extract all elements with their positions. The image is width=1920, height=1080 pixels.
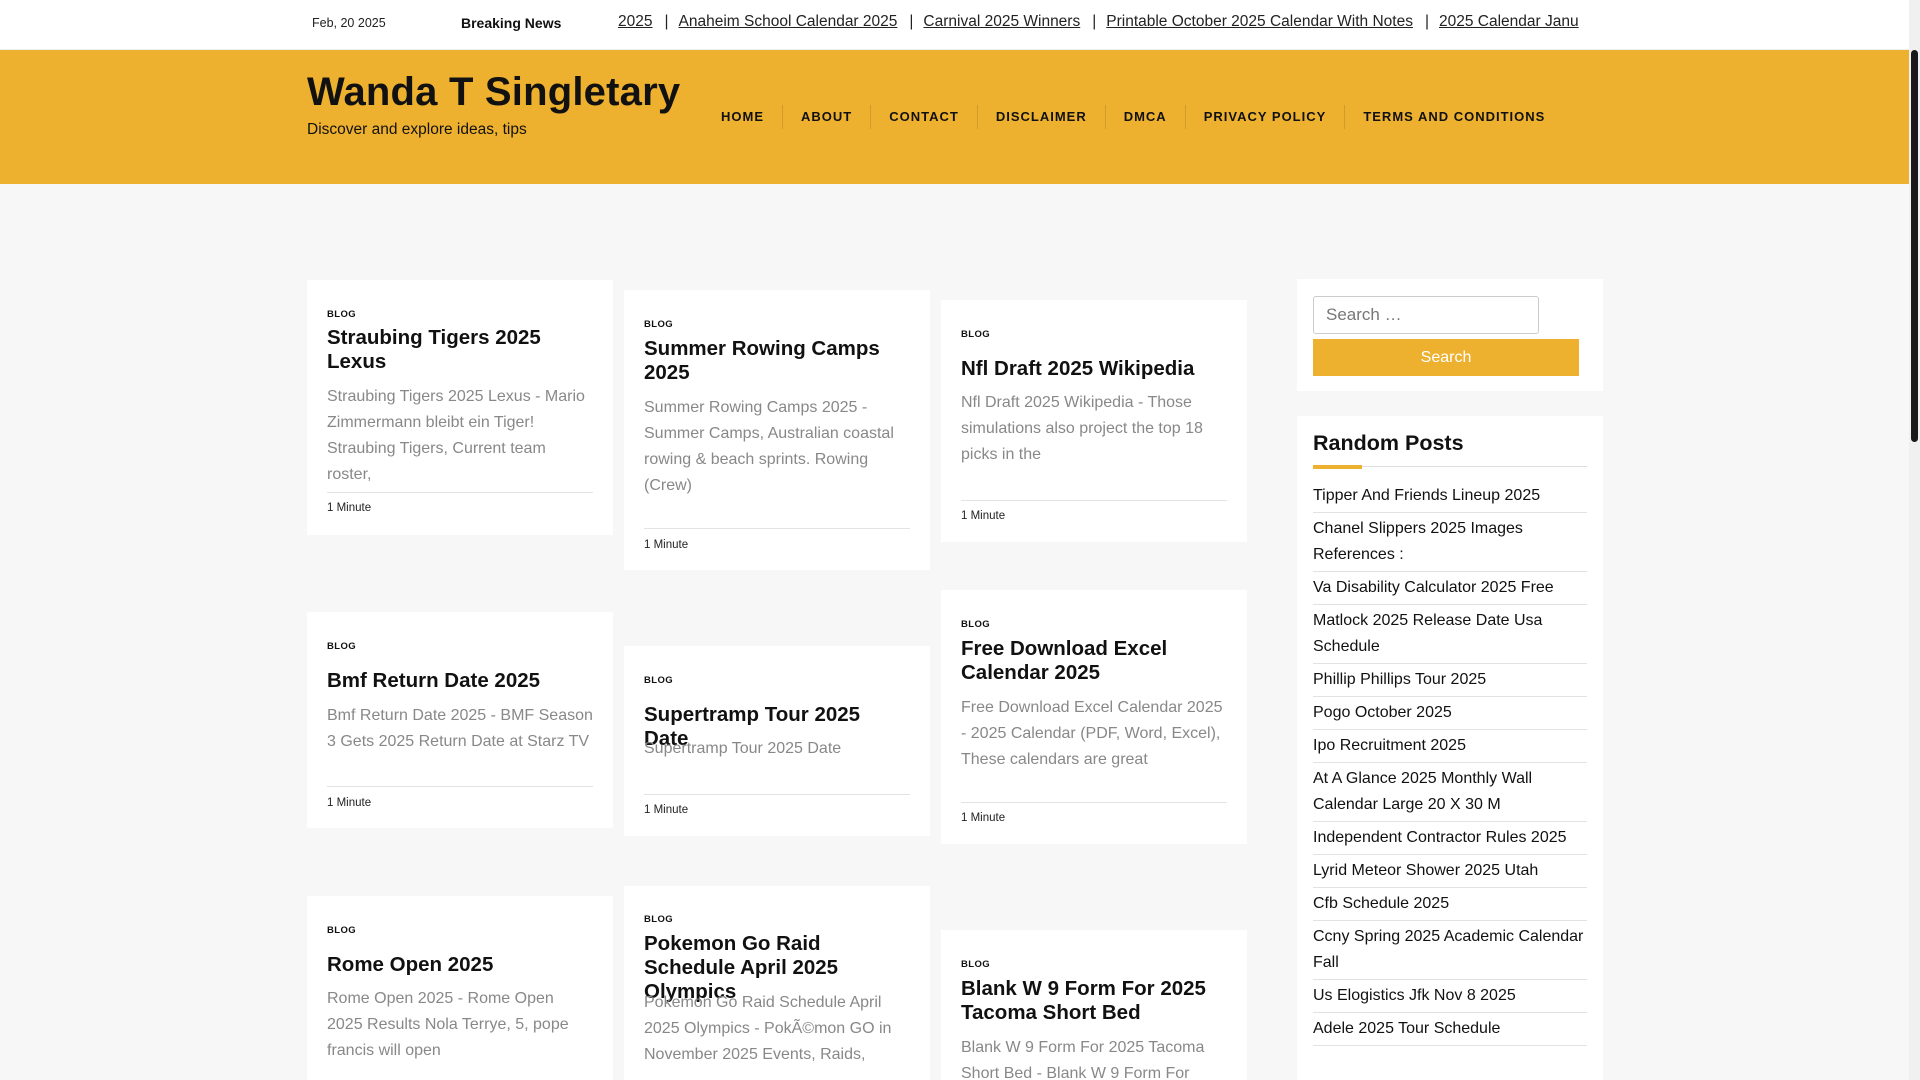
post-title[interactable]: Blank W 9 Form For 2025 Tacoma Short Bed [961,977,1227,1025]
nav-dmca[interactable]: DMCA [1106,105,1186,129]
post-excerpt: Pokemon Go Raid Schedule April 2025 Olym… [644,994,892,1063]
post-excerpt: Summer Rowing Camps 2025 - Summer Camps,… [644,399,894,494]
ticker-link[interactable]: Anaheim School Calendar 2025 [679,13,898,31]
random-posts-widget: Random Posts Tipper And Friends Lineup 2… [1297,416,1603,1080]
ticker-link[interactable]: 2025 [618,13,652,31]
random-post-link[interactable]: Adele 2025 Tour Schedule [1313,1013,1587,1046]
ticker-separator: | [909,13,914,30]
random-posts-heading: Random Posts [1313,431,1464,455]
post-card: BLOG Supertramp Tour 2025 Date Supertram… [624,646,930,836]
card-divider [644,528,910,529]
post-category[interactable]: BLOG [327,925,356,936]
ticker-link[interactable]: Printable October 2025 Calendar With Not… [1106,13,1413,31]
card-divider [644,794,910,795]
ticker-separator: | [664,13,669,30]
top-bar: Feb, 20 2025 Breaking News 2025 | Anaheim … [0,0,1909,50]
random-post-link[interactable]: Chanel Slippers 2025 Images References : [1313,513,1587,572]
post-title[interactable]: Bmf Return Date 2025 [327,669,593,693]
search-button[interactable]: Search [1313,339,1579,376]
read-time: 1 Minute [961,812,1006,824]
card-divider [327,492,593,493]
post-card: BLOG Summer Rowing Camps 2025 Summer Row… [624,290,930,570]
random-post-link[interactable]: Us Elogistics Jfk Nov 8 2025 [1313,980,1587,1013]
ticker-link[interactable]: Carnival 2025 Winners [923,13,1080,31]
post-title[interactable]: Summer Rowing Camps 2025 [644,337,910,385]
post-excerpt: Bmf Return Date 2025 - BMF Season 3 Gets… [327,707,593,750]
post-category[interactable]: BLOG [961,619,990,630]
nav-home[interactable]: HOME [703,105,783,129]
nav-privacy-policy[interactable]: PRIVACY POLICY [1186,105,1346,129]
random-post-link[interactable]: Va Disability Calculator 2025 Free [1313,572,1587,605]
read-time: 1 Minute [327,502,372,514]
site-title[interactable]: Wanda T Singletary [307,70,680,115]
card-divider [961,802,1227,803]
nav-about[interactable]: ABOUT [783,105,872,129]
post-title[interactable]: Rome Open 2025 [327,953,593,977]
read-time: 1 Minute [644,539,689,551]
site-tagline: Discover and explore ideas, tips [307,121,527,138]
post-excerpt: Free Download Excel Calendar 2025 - 2025… [961,699,1223,768]
post-category[interactable]: BLOG [644,914,673,925]
current-date: Feb, 20 2025 [312,16,386,30]
ticker-link[interactable]: 2025 Calendar Janu [1439,13,1579,31]
post-category[interactable]: BLOG [327,309,356,320]
scrollbar-thumb[interactable] [1911,50,1918,442]
post-title[interactable]: Straubing Tigers 2025 Lexus [327,326,593,374]
post-card: BLOG Pokemon Go Raid Schedule April 2025… [624,886,930,1080]
post-category[interactable]: BLOG [961,959,990,970]
random-post-link[interactable]: At A Glance 2025 Monthly Wall Calendar L… [1313,763,1587,822]
random-post-link[interactable]: Lyrid Meteor Shower 2025 Utah [1313,855,1587,888]
post-excerpt: Straubing Tigers 2025 Lexus - Mario Zimm… [327,388,585,483]
post-title[interactable]: Free Download Excel Calendar 2025 [961,637,1227,685]
read-time: 1 Minute [644,804,689,816]
ticker-separator: | [1092,13,1097,30]
heading-accent-bar [1313,465,1362,469]
random-post-link[interactable]: Cfb Schedule 2025 [1313,888,1587,921]
nav-disclaimer[interactable]: DISCLAIMER [978,105,1106,129]
read-time: 1 Minute [327,797,372,809]
read-time: 1 Minute [961,510,1006,522]
nav-terms-and-conditions[interactable]: TERMS AND CONDITIONS [1345,105,1563,129]
breaking-news-ticker: 2025 | Anaheim School Calendar 2025 | Carniv… [618,13,1603,37]
card-divider [961,500,1227,501]
card-divider [327,786,593,787]
post-title[interactable]: Nfl Draft 2025 Wikipedia [961,357,1227,381]
random-post-link[interactable]: Independent Contractor Rules 2025 [1313,822,1587,855]
post-card: BLOG Bmf Return Date 2025 Bmf Return Dat… [307,612,613,828]
site-header: Wanda T Singletary Discover and explore … [0,50,1909,184]
breaking-news-label: Breaking News [461,15,562,31]
post-category[interactable]: BLOG [644,675,673,686]
random-posts-list: Tipper And Friends Lineup 2025 Chanel Sl… [1313,480,1587,1046]
ticker-separator: | [1424,13,1429,30]
post-excerpt: Blank W 9 Form For 2025 Tacoma Short Bed… [961,1039,1205,1080]
random-post-link[interactable]: Pogo October 2025 [1313,697,1587,730]
random-post-link[interactable]: Phillip Phillips Tour 2025 [1313,664,1587,697]
random-post-link[interactable]: Matlock 2025 Release Date Usa Schedule [1313,605,1587,664]
post-excerpt: Supertramp Tour 2025 Date [644,740,842,757]
post-card: BLOG Straubing Tigers 2025 Lexus Straubi… [307,280,613,535]
random-post-link[interactable]: Ipo Recruitment 2025 [1313,730,1587,763]
random-post-link[interactable]: Tipper And Friends Lineup 2025 [1313,480,1587,513]
post-category[interactable]: BLOG [961,329,990,340]
main-nav: HOME ABOUT CONTACT DISCLAIMER DMCA PRIVA… [703,105,1563,129]
post-card: BLOG Rome Open 2025 Rome Open 2025 - Rom… [307,896,613,1080]
nav-contact[interactable]: CONTACT [871,105,978,129]
search-widget: Search [1297,279,1603,391]
post-category[interactable]: BLOG [327,641,356,652]
post-card: BLOG Nfl Draft 2025 Wikipedia Nfl Draft … [941,300,1247,542]
post-excerpt: Nfl Draft 2025 Wikipedia - Those simulat… [961,394,1203,463]
random-post-link[interactable]: Ccny Spring 2025 Academic Calendar Fall [1313,921,1587,980]
post-excerpt: Rome Open 2025 - Rome Open 2025 Results … [327,990,569,1059]
page-scrollbar[interactable] [1909,0,1920,1080]
post-card: BLOG Blank W 9 Form For 2025 Tacoma Shor… [941,930,1247,1080]
post-category[interactable]: BLOG [644,319,673,330]
post-card: BLOG Free Download Excel Calendar 2025 F… [941,590,1247,844]
search-input[interactable] [1313,296,1539,334]
